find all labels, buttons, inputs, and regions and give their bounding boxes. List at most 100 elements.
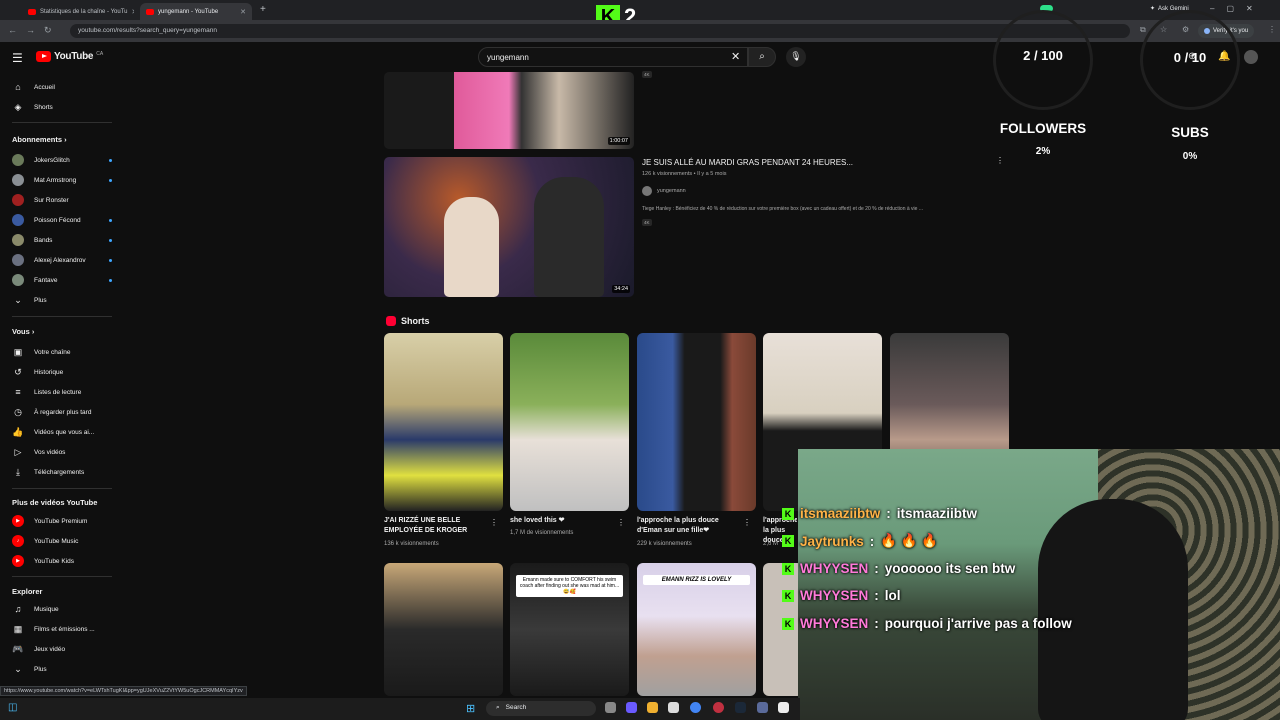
video-title[interactable]: JE SUIS ALLÉ AU MARDI GRAS PENDANT 24 HE… bbox=[642, 158, 853, 167]
hamburger-menu-icon[interactable]: ☰ bbox=[12, 51, 23, 65]
download-icon: ⤓ bbox=[16, 466, 20, 477]
new-tab-button[interactable]: + bbox=[260, 4, 266, 15]
video-thumbnail[interactable]: 34:24 bbox=[384, 157, 634, 297]
task-view-icon[interactable] bbox=[605, 702, 616, 713]
short-title[interactable]: she loved this ❤ bbox=[510, 516, 610, 526]
windows-start-icon[interactable]: ⊞ bbox=[466, 702, 475, 715]
avatar[interactable] bbox=[1244, 50, 1258, 64]
you-heading[interactable]: Vous › bbox=[12, 327, 34, 336]
video-thumbnail[interactable]: 1:00:07 bbox=[384, 72, 634, 149]
forward-icon[interactable]: → bbox=[26, 25, 35, 35]
more-options-icon[interactable]: ⋮ bbox=[743, 518, 751, 527]
more-options-icon[interactable]: ⋮ bbox=[996, 156, 1004, 165]
short-thumbnail[interactable] bbox=[510, 333, 629, 511]
menu-dots-icon[interactable]: ⋮ bbox=[1268, 25, 1276, 34]
chat-text: 🔥 🔥 🔥 bbox=[880, 533, 939, 548]
sidebar-item-music[interactable]: ♫ Musique bbox=[12, 603, 112, 615]
short-thumbnail[interactable] bbox=[384, 563, 503, 696]
obs-icon[interactable] bbox=[713, 702, 724, 713]
clear-search-icon[interactable]: ✕ bbox=[731, 50, 740, 63]
chat-text: yoooooo its sen btw bbox=[884, 561, 1016, 576]
more-options-icon[interactable]: ⋮ bbox=[617, 518, 625, 527]
chat-username: WHYYSEN bbox=[800, 616, 869, 631]
close-tab-icon[interactable]: ✕ bbox=[132, 8, 134, 16]
youtube-favicon-icon bbox=[28, 8, 36, 15]
browser-tab-active[interactable]: yungemann - YouTube ✕ bbox=[140, 3, 252, 20]
sidebar-item-more[interactable]: ⌄ Plus bbox=[12, 663, 112, 675]
short-views: 1,7 M de visionnements bbox=[510, 530, 574, 536]
sidebar-item-watch-later[interactable]: ◷ À regarder plus tard bbox=[12, 406, 112, 418]
chat-username: Jaytrunks bbox=[800, 533, 864, 549]
sidebar-item-home[interactable]: ⌂ Accueil bbox=[12, 81, 112, 93]
app-icon[interactable] bbox=[626, 702, 637, 713]
video-meta: 126 k visionnements • Il y a 5 mois bbox=[642, 171, 727, 177]
channel-name[interactable]: yungemann bbox=[657, 188, 686, 194]
sidebar-item-youtube-premium[interactable]: ▶ YouTube Premium bbox=[12, 515, 112, 527]
short-thumbnail[interactable] bbox=[637, 333, 756, 511]
sidebar-item-films[interactable]: ▦ Films et émissions ... bbox=[12, 623, 112, 635]
short-overlay-text: EMANN RIZZ IS LOVELY bbox=[643, 575, 750, 585]
shorts-logo-icon bbox=[386, 316, 396, 326]
chrome-icon[interactable] bbox=[690, 702, 701, 713]
app-icon[interactable] bbox=[778, 702, 789, 713]
sidebar-item-gaming[interactable]: 🎮 Jeux vidéo bbox=[12, 643, 112, 655]
short-thumbnail[interactable] bbox=[384, 333, 503, 511]
chat-username: WHYYSEN bbox=[800, 588, 869, 603]
chat-message: K itsmaaziibtw : itsmaaziibtw bbox=[782, 506, 977, 521]
install-icon[interactable]: ⧉ bbox=[1140, 25, 1146, 35]
sidebar-item-downloads[interactable]: ⤓ Téléchargements bbox=[12, 466, 112, 478]
channel-avatar[interactable] bbox=[642, 186, 652, 196]
sidebar-more-subscriptions[interactable]: ⌄ Plus bbox=[12, 294, 112, 306]
sidebar-subscription[interactable]: JokersGlitch bbox=[12, 154, 112, 166]
file-explorer-icon[interactable] bbox=[647, 702, 658, 713]
url-field[interactable]: youtube.com/results?search_query=yungema… bbox=[70, 24, 1130, 38]
sidebar-subscription[interactable]: Alexej Alexandrov bbox=[12, 254, 112, 266]
back-icon[interactable]: ← bbox=[8, 25, 17, 35]
channel-icon: ▣ bbox=[13, 346, 23, 357]
sidebar-subscription[interactable]: Sur Ronster bbox=[12, 194, 112, 206]
voice-search-button[interactable]: 🎙 bbox=[786, 47, 806, 67]
taskbar-search[interactable]: ⌕ Search bbox=[486, 701, 596, 716]
tab-title: Statistiques de la chaîne - YouTu bbox=[40, 8, 128, 15]
subscriptions-heading[interactable]: Abonnements › bbox=[12, 135, 67, 144]
sidebar-item-youtube-kids[interactable]: ▶ YouTube Kids bbox=[12, 555, 112, 567]
search-button[interactable]: ⌕ bbox=[748, 47, 776, 67]
browser-tab[interactable]: Statistiques de la chaîne - YouTu ✕ bbox=[22, 3, 134, 20]
subs-progress: 0 / 10 bbox=[1173, 50, 1207, 65]
shorts-icon: ◈ bbox=[14, 101, 22, 112]
sidebar-item-youtube-music[interactable]: ♪ YouTube Music bbox=[12, 535, 112, 547]
sidebar-subscription[interactable]: Poisson Fécond bbox=[12, 214, 112, 226]
close-tab-icon[interactable]: ✕ bbox=[240, 8, 246, 16]
short-views: 229 k visionnements bbox=[637, 541, 692, 547]
sidebar-subscription[interactable]: Mat Armstrong bbox=[12, 174, 112, 186]
short-title[interactable]: J'AI RIZZÉ UNE BELLE EMPLOYÉE DE KROGER bbox=[384, 516, 484, 536]
chat-message: K WHYYSEN : pourquoi j'arrive pas a foll… bbox=[782, 616, 1072, 631]
video-icon: ▷ bbox=[14, 446, 22, 457]
sidebar-subscription[interactable]: Fantave bbox=[12, 274, 112, 286]
followers-percent: 2% bbox=[1035, 146, 1051, 157]
sidebar-item-liked-videos[interactable]: 👍 Vidéos que vous ai... bbox=[12, 426, 112, 438]
film-icon: ▦ bbox=[13, 623, 23, 634]
search-input[interactable]: yungemann bbox=[478, 47, 748, 67]
reload-icon[interactable]: ↻ bbox=[44, 25, 52, 36]
app-icon[interactable] bbox=[757, 702, 768, 713]
search-icon: ⌕ bbox=[759, 51, 765, 62]
sidebar-item-shorts[interactable]: ◈ Shorts bbox=[12, 101, 112, 113]
steam-icon[interactable] bbox=[735, 702, 746, 713]
youtube-logo[interactable]: YouTube CA bbox=[36, 51, 103, 62]
windows-widget-icon[interactable]: ◫ bbox=[8, 702, 17, 713]
short-thumbnail[interactable]: EMANN RIZZ IS LOVELY bbox=[637, 563, 756, 696]
app-icon[interactable] bbox=[668, 702, 679, 713]
sidebar-item-your-channel[interactable]: ▣ Votre chaîne bbox=[12, 346, 112, 358]
window-controls[interactable]: –▢✕ bbox=[1210, 4, 1265, 13]
sidebar-item-playlists[interactable]: ≡ Listes de lecture bbox=[12, 386, 112, 398]
short-title[interactable]: l'approche la plus douce d'Eman sur une … bbox=[637, 516, 737, 536]
sidebar-item-history[interactable]: ↺ Historique bbox=[12, 366, 112, 378]
new-content-dot bbox=[109, 218, 112, 222]
gamepad-icon: 🎮 bbox=[12, 643, 24, 654]
followers-label: FOLLOWERS bbox=[999, 121, 1087, 136]
short-thumbnail[interactable]: Emann made sure to COMFORT his swim coac… bbox=[510, 563, 629, 696]
more-options-icon[interactable]: ⋮ bbox=[490, 518, 498, 527]
sidebar-item-your-videos[interactable]: ▷ Vos vidéos bbox=[12, 446, 112, 458]
sidebar-subscription[interactable]: Bands bbox=[12, 234, 112, 246]
